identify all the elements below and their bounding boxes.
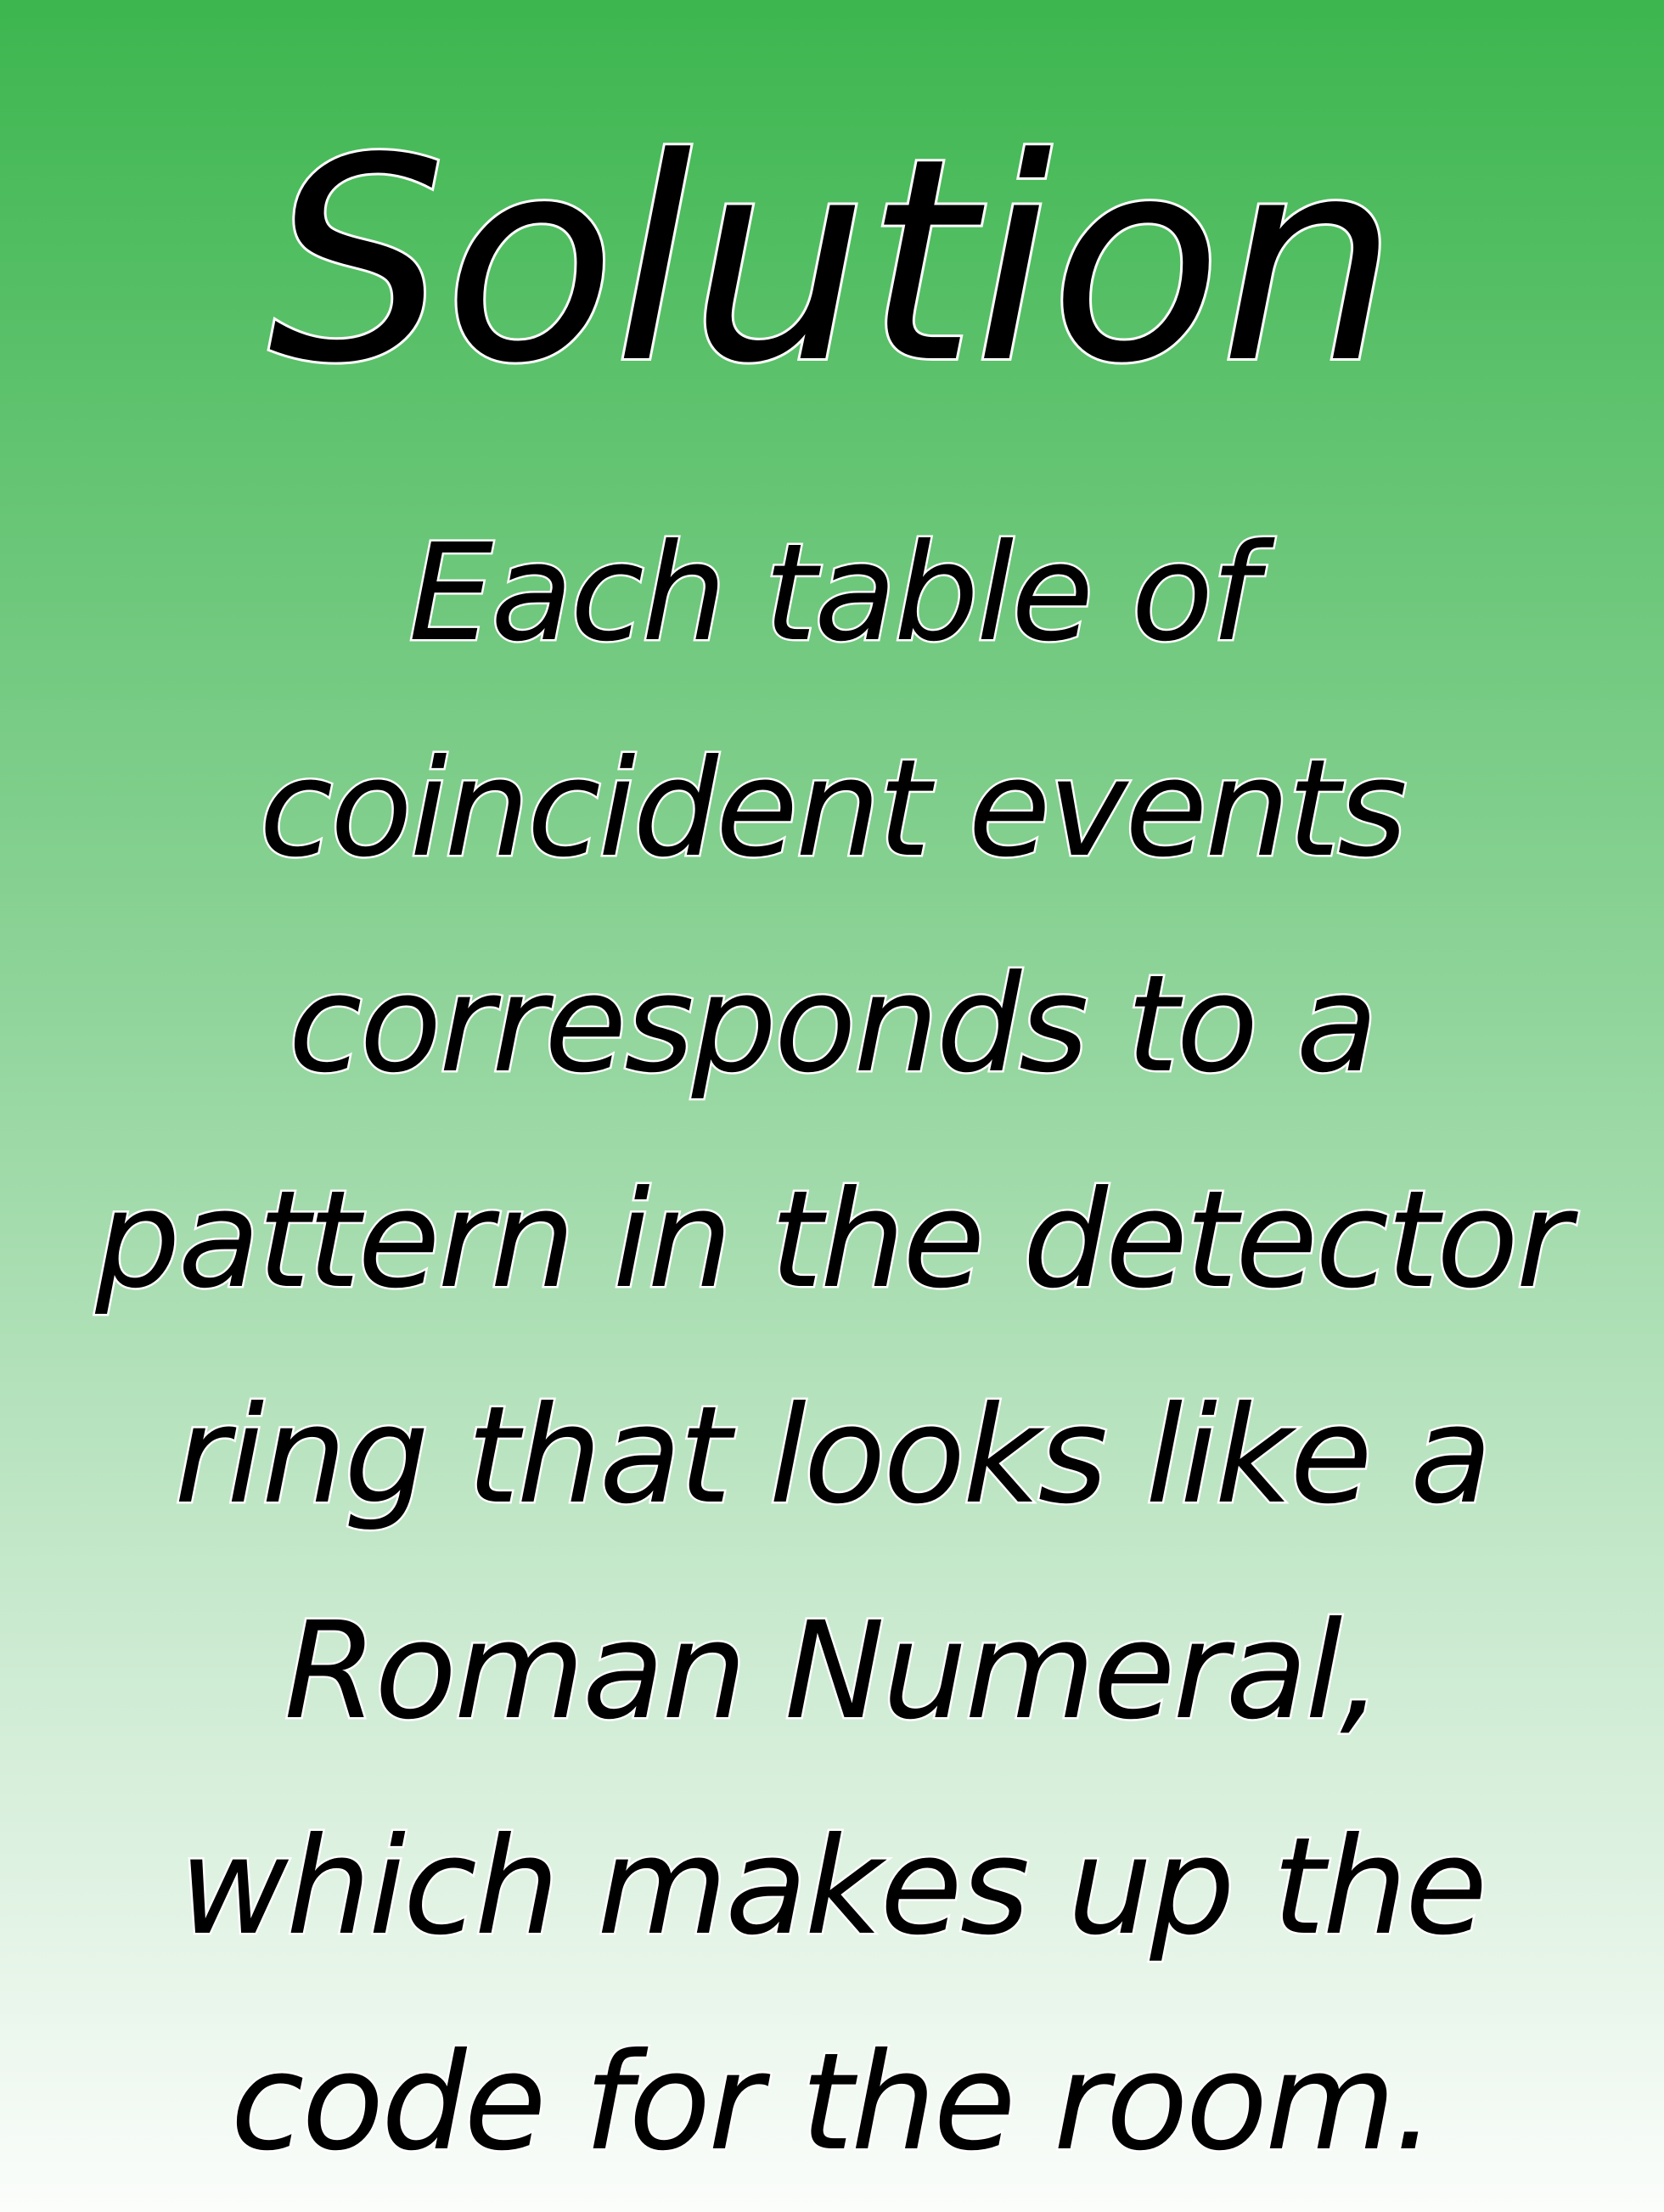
- text-line: Each table of: [407, 514, 1261, 674]
- text-line: Roman Numeral,: [282, 1592, 1385, 1752]
- text-line: corresponds to a: [286, 945, 1380, 1105]
- text-line: code for the room.: [228, 2023, 1438, 2183]
- solution-text: Each table of coincident events correspo…: [0, 486, 1664, 2210]
- text-line: pattern in the detector: [93, 1160, 1573, 1321]
- text-line: ring that looks like a: [172, 1376, 1494, 1536]
- poster-title: Solution: [266, 98, 1400, 425]
- solution-poster: Solution Each table of coincident events…: [0, 0, 1664, 2212]
- text-line: coincident events: [257, 729, 1409, 890]
- text-line: which makes up the: [177, 1807, 1489, 1968]
